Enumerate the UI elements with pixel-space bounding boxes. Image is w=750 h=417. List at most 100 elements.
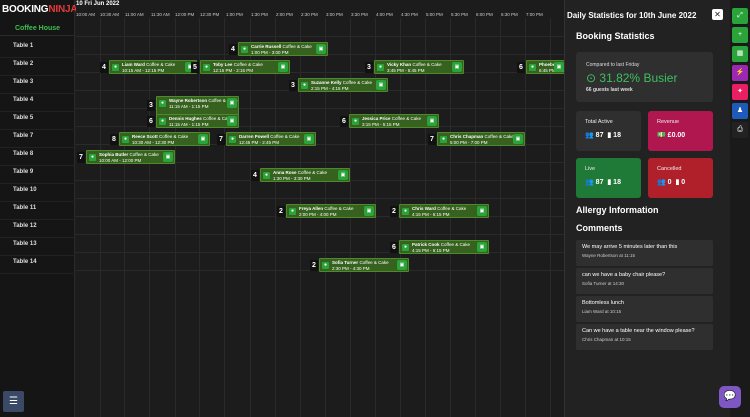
staff-icon[interactable]: ♟ <box>732 103 748 119</box>
booking-block[interactable]: ● Anna Rose Coffee & Cake 1:30 PM - 3:30 P… <box>260 168 350 182</box>
booking-block[interactable]: ●Phoebe Harris Coffee & Cake6:45 PM - 8:… <box>526 60 564 74</box>
booking-block[interactable]: ● Chris Ward Coffee & Cake 4:15 PM - 6:15 … <box>399 204 489 218</box>
guest-name: Sofia Turner <box>332 260 359 265</box>
party-size-badge: 4 <box>251 170 259 181</box>
seat-icon[interactable]: ▣ <box>163 152 173 162</box>
booking-block[interactable]: ● Carrie Russell Coffee & Cake 1:00 PM - 3… <box>238 42 328 56</box>
settings-icon[interactable]: ✦ <box>732 84 748 100</box>
booking-block[interactable]: ● Vicky Khan Coffee & Cake 3:45 PM - 5:45 … <box>374 60 464 74</box>
booking-area: Coffee & Cake <box>440 242 470 247</box>
cancelled-card: Cancelled 👥 0 ▮ 0 <box>648 158 713 198</box>
chat-icon[interactable]: 💬 <box>719 386 741 408</box>
table-label: Table 7 <box>0 130 75 148</box>
party-size-badge: 4 <box>100 62 108 73</box>
panel-title: Daily Statistics for 10th June 2022 <box>567 11 697 20</box>
seat-icon[interactable]: ▣ <box>397 260 407 270</box>
seat-icon[interactable]: ▣ <box>452 62 462 72</box>
booking-block[interactable]: ● Darren Powell Coffee & Cake 12:45 PM - 2… <box>226 132 316 146</box>
booking-block[interactable]: ● Jessica Price Coffee & Cake 3:15 PM - 5:… <box>349 114 439 128</box>
add-booking-icon[interactable]: + <box>732 27 748 43</box>
guest-name: Vicky Khan <box>387 62 412 67</box>
booking-area: Coffee & Cake <box>437 206 467 211</box>
seat-icon[interactable]: ▣ <box>477 242 487 252</box>
comments-heading: Comments <box>576 223 623 233</box>
print-icon[interactable]: ⎙ <box>732 122 748 138</box>
seat-icon[interactable]: ▣ <box>304 134 314 144</box>
booking-block[interactable]: ● Reece Scott Coffee & Cake 10:30 AM - 12:… <box>119 132 210 146</box>
comment-meta: Liam Ward at 10:15 <box>582 309 622 314</box>
seat-icon[interactable]: ▣ <box>198 134 208 144</box>
booking-block[interactable]: ● Sophia Butler Coffee & Cake 10:00 AM - 1… <box>86 150 175 164</box>
booking-time: 11:15 AM - 1:15 PM <box>169 104 209 109</box>
comment-card: Can we have a table near the window plea… <box>576 324 713 350</box>
group-icon: ● <box>402 208 409 215</box>
seat-icon[interactable]: ▣ <box>364 206 374 216</box>
time-tick: 12:00 PM <box>175 12 195 17</box>
group-icon: ● <box>159 100 166 107</box>
seat-icon[interactable]: ▣ <box>554 62 564 72</box>
party-size-badge: 2 <box>390 206 398 217</box>
close-icon[interactable]: ✕ <box>712 9 723 20</box>
booking-time: 5:00 PM - 7:00 PM <box>450 140 488 145</box>
busier-value: ⊙ 31.82% Busier <box>586 71 678 85</box>
bookings-icon: ▮ <box>607 132 612 139</box>
party-size-badge: 3 <box>289 80 297 91</box>
seat-icon[interactable]: ▣ <box>227 116 237 126</box>
walk-in-icon[interactable]: ⚡ <box>732 65 748 81</box>
time-tick: 4:30 PM <box>401 12 418 17</box>
booking-block[interactable]: ● Chris Chapman Coffee & Cake 5:00 PM - 7:… <box>437 132 525 146</box>
booking-time: 4:15 PM - 6:15 PM <box>412 248 450 253</box>
seat-icon[interactable]: ▣ <box>227 98 237 108</box>
group-icon: ● <box>89 154 96 161</box>
time-tick: 6:30 PM <box>501 12 518 17</box>
table-label: Table 10 <box>0 184 75 202</box>
booking-block[interactable]: ● Toby Lee Coffee & Cake 12:15 PM - 2:15 P… <box>200 60 290 74</box>
seat-icon[interactable]: ▣ <box>338 170 348 180</box>
booking-block[interactable]: ● Freya Allen Coffee & Cake 2:00 PM - 4:00… <box>286 204 376 218</box>
revenue-card: Revenue 💵 £0.00 <box>648 111 713 151</box>
venue-name[interactable]: Coffee House <box>0 22 75 36</box>
party-size-badge: 8 <box>110 134 118 145</box>
table-label: Table 4 <box>0 94 75 112</box>
guest-name: Dennis Hughes <box>169 116 202 121</box>
group-icon: ● <box>229 136 236 143</box>
compared-label: Compared to last Friday <box>586 62 640 68</box>
booking-block[interactable]: ● Wayne Robertson Coffee & Cake 11:15 AM -… <box>156 96 239 115</box>
group-icon: ● <box>301 82 308 89</box>
timeline-date: 10 Fri Jun 2022 <box>76 1 120 7</box>
menu-button[interactable]: ☰ <box>3 391 24 412</box>
group-icon: ● <box>402 244 409 251</box>
time-tick: 2:00 PM <box>276 12 293 17</box>
total-active-card: Total Active 👥 87 ▮ 18 <box>576 111 641 151</box>
group-icon: ● <box>440 136 447 143</box>
expand-icon[interactable]: ⤢ <box>732 8 748 24</box>
comment-card: Bottomless lunch Liam Ward at 10:15 <box>576 296 713 322</box>
time-tick: 10:00 AM <box>76 12 96 17</box>
quick-actions-rail: ⤢ + ▦ ⚡ ✦ ♟ ⎙ <box>730 0 750 417</box>
seat-icon[interactable]: ▣ <box>427 116 437 126</box>
booking-block[interactable]: ● Suzanne Kelly Coffee & Cake 2:15 PM - 4:… <box>298 78 388 92</box>
seat-icon[interactable]: ▣ <box>316 44 326 54</box>
group-icon: ● <box>377 64 384 71</box>
time-tick: 3:30 PM <box>351 12 368 17</box>
time-tick: 5:30 PM <box>451 12 468 17</box>
calendar-icon[interactable]: ▦ <box>732 46 748 62</box>
seat-icon[interactable]: ▣ <box>477 206 487 216</box>
booking-block[interactable]: ● Sofia Turner Coffee & Cake 2:30 PM - 4:3… <box>319 258 409 272</box>
booking-block[interactable]: ● Patrick Cook Coffee & Cake 4:15 PM - 6:1… <box>399 240 489 254</box>
time-tick: 6:00 PM <box>476 12 493 17</box>
group-icon: ● <box>322 262 329 269</box>
seat-icon[interactable]: ▣ <box>513 134 523 144</box>
party-size-badge: 2 <box>310 260 318 271</box>
booking-block[interactable]: ● Liam Ward Coffee & Cake 10:15 AM - 12:15… <box>109 60 197 74</box>
time-tick: 3:00 PM <box>326 12 343 17</box>
booking-block[interactable]: ● Dennis Hughes Coffee & Cake 11:15 AM - 1… <box>156 114 239 128</box>
guest-name: Darren Powell <box>239 134 270 139</box>
group-icon: ● <box>529 64 536 71</box>
last-week-label: 66 guests last week <box>586 87 633 93</box>
seat-icon[interactable]: ▣ <box>278 62 288 72</box>
booking-area: Coffee & Cake <box>159 134 189 139</box>
brand-logo: BOOKINGNINJA <box>2 4 78 15</box>
seat-icon[interactable]: ▣ <box>376 80 386 90</box>
table-label: Table 14 <box>0 256 75 274</box>
